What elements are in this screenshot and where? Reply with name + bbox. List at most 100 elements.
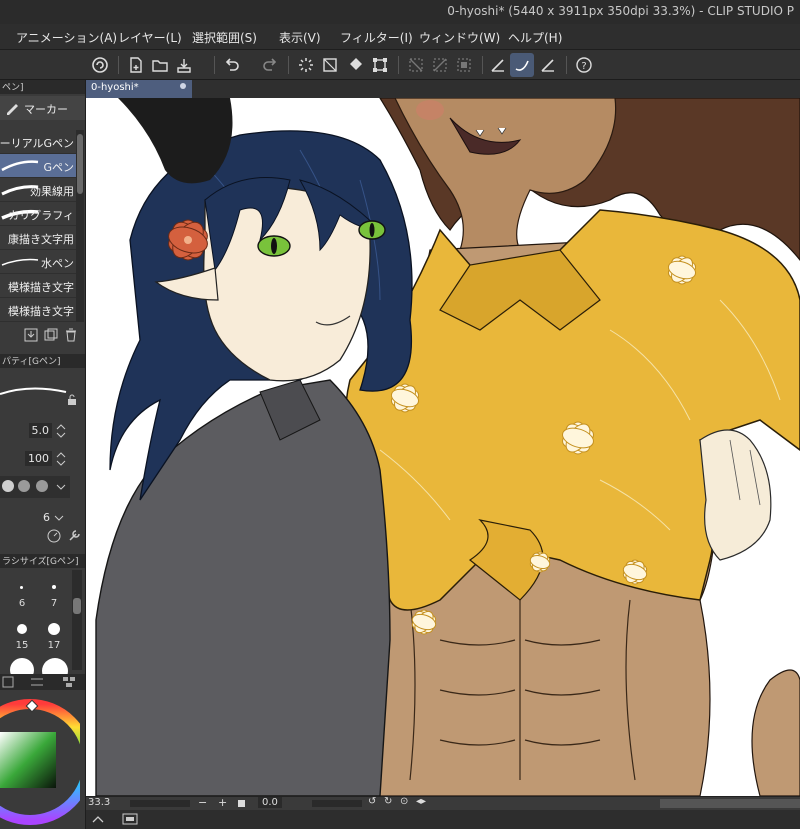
menu-layer[interactable]: レイヤー(L) [118, 29, 182, 46]
size-dot[interactable] [20, 586, 23, 589]
menu-window[interactable]: ウィンドウ(W) [419, 29, 500, 46]
zoom-value[interactable]: 33.3 [88, 797, 110, 808]
window-title: 0-hyoshi* (5440 x 3911px 350dpi 33.3%) -… [447, 4, 794, 18]
brush-item[interactable]: 効果線用 [0, 178, 76, 202]
artwork [95, 98, 800, 796]
title-bar: 0-hyoshi* (5440 x 3911px 350dpi 33.3%) -… [0, 0, 800, 24]
undo-icon[interactable] [220, 53, 244, 77]
clip-studio-logo-icon[interactable] [88, 53, 112, 77]
opacity-row[interactable]: 100 [0, 448, 85, 470]
spin-arrows-icon[interactable] [54, 450, 68, 468]
brush-stroke-preview [1, 160, 39, 172]
size-dot[interactable] [17, 624, 27, 634]
menu-animation[interactable]: アニメーション(A) [16, 29, 117, 46]
save-icon[interactable] [172, 53, 196, 77]
rotation-slider[interactable] [312, 800, 362, 807]
brush-item[interactable]: 模様描き文字 [0, 298, 76, 322]
size-label: 17 [47, 640, 61, 651]
left-panel: ペン] マーカー ーリアルGペン Gペン 効果線用 カリグラフィ 康描き文字用 … [0, 80, 86, 829]
brush-shape-row[interactable] [0, 476, 70, 498]
document-tab[interactable]: 0-hyoshi* [86, 80, 192, 98]
invert-selection-icon[interactable] [428, 53, 452, 77]
toolbar-separator [288, 56, 289, 74]
new-file-icon[interactable] [124, 53, 148, 77]
brush-size-panel-tab[interactable]: ラシサイズ[Gペン] [0, 554, 85, 568]
brush-item[interactable]: 康描き文字用 [0, 226, 76, 250]
reset-rotation-icon[interactable]: ⊙ [400, 796, 408, 807]
brush-item[interactable]: ーリアルGペン [0, 130, 76, 154]
toolbar-separator [118, 56, 119, 74]
brush-item[interactable]: 模様描き文字 [0, 274, 76, 298]
help-icon[interactable]: ? [572, 53, 596, 77]
rotate-left-icon[interactable]: ↺ [368, 796, 376, 807]
close-tab-icon[interactable] [180, 83, 186, 89]
panel-icon[interactable] [122, 813, 138, 825]
ruler-icon[interactable] [536, 53, 560, 77]
zoom-out-icon[interactable]: − [198, 796, 207, 809]
size-label: 6 [18, 598, 26, 609]
wrench-icon[interactable] [66, 528, 82, 544]
command-bar: ? [0, 50, 800, 80]
brush-actions [24, 328, 78, 342]
pen-tool-icon[interactable] [510, 53, 534, 77]
color-wheel-tab-icon[interactable] [2, 676, 14, 688]
color-set-tab-icon[interactable] [62, 676, 76, 688]
spin-arrows-icon[interactable] [54, 422, 68, 440]
document-tab-label: 0-hyoshi* [91, 82, 139, 93]
brush-item[interactable]: 水ペン [0, 250, 76, 274]
trash-icon[interactable] [64, 328, 78, 342]
fill-icon[interactable] [344, 53, 368, 77]
menu-selection[interactable]: 選択範囲(S) [192, 29, 257, 46]
show-selection-icon[interactable] [452, 53, 476, 77]
duplicate-icon[interactable] [44, 328, 58, 342]
brush-name: 模様描き文字 [8, 281, 74, 294]
loading-icon[interactable] [294, 53, 318, 77]
brush-name: 効果線用 [30, 185, 74, 198]
deselect-icon[interactable] [404, 53, 428, 77]
size-dot[interactable] [48, 623, 60, 635]
chevron-up-icon[interactable] [92, 814, 104, 824]
transform-icon[interactable] [368, 53, 392, 77]
brush-stroke-preview [0, 387, 67, 395]
open-folder-icon[interactable] [148, 53, 172, 77]
gauge-icon[interactable] [46, 528, 62, 544]
svg-text:?: ? [581, 61, 586, 72]
brush-name: 水ペン [41, 257, 74, 270]
size-dot[interactable] [52, 585, 56, 589]
marker-icon [7, 104, 18, 115]
tool-property-tab[interactable]: パティ[Gペン] [0, 354, 85, 368]
clear-icon[interactable] [318, 53, 342, 77]
brush-item[interactable]: カリグラフィ [0, 202, 76, 226]
brush-stroke-preview [1, 258, 39, 266]
menu-help[interactable]: ヘルプ(H) [508, 29, 562, 46]
subtool-group-marker[interactable]: マーカー [0, 96, 85, 120]
color-slider-tab-icon[interactable] [30, 676, 44, 688]
horizontal-scrollbar[interactable] [660, 799, 800, 808]
zoom-slider[interactable] [130, 800, 190, 807]
rotate-right-icon[interactable]: ↻ [384, 796, 392, 807]
subtool-panel-tab[interactable]: ペン] [0, 80, 85, 94]
brush-size-row[interactable]: 5.0 [0, 420, 85, 442]
import-icon[interactable] [24, 328, 38, 342]
brush-name: ーリアルGペン [0, 137, 74, 150]
rotation-value[interactable]: 0.0 [258, 797, 282, 808]
zoom-in-icon[interactable]: + [218, 796, 227, 809]
canvas[interactable] [86, 98, 800, 796]
menu-filter[interactable]: フィルター(I) [340, 29, 413, 46]
pen-stabilize-icon[interactable] [486, 53, 510, 77]
flip-icon[interactable]: ◂▸ [416, 796, 426, 807]
size-label: 7 [50, 598, 58, 609]
stabilization-row[interactable]: 6 [0, 508, 85, 530]
stabilization-value[interactable]: 6 [43, 511, 50, 524]
color-wheel[interactable] [0, 692, 80, 829]
brush-name: カリグラフィ [8, 209, 74, 222]
fit-icon[interactable] [238, 800, 245, 807]
brush-size-value[interactable]: 5.0 [28, 423, 52, 438]
brush-item-selected[interactable]: Gペン [0, 154, 76, 178]
size-grid-scrollbar[interactable] [72, 570, 82, 670]
opacity-value[interactable]: 100 [25, 451, 52, 466]
brush-list-scrollbar[interactable] [76, 130, 84, 322]
menu-view[interactable]: 表示(V) [279, 29, 321, 46]
redo-icon[interactable] [258, 53, 282, 77]
lock-icon[interactable] [66, 394, 78, 406]
